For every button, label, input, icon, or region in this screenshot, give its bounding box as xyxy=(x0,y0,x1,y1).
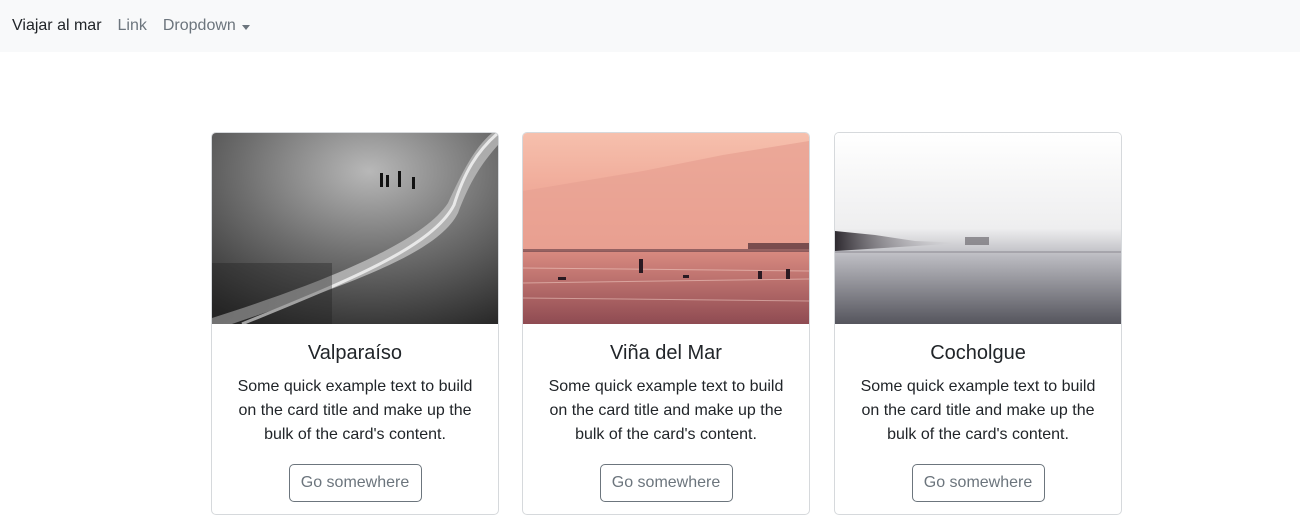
nav-dropdown[interactable]: Dropdown xyxy=(163,17,250,35)
card-body: Valparaíso Some quick example text to bu… xyxy=(212,324,498,502)
card-title: Cocholgue xyxy=(930,342,1026,364)
nav-link[interactable]: Link xyxy=(118,17,147,35)
card-title: Valparaíso xyxy=(307,342,403,364)
go-somewhere-button[interactable]: Go somewhere xyxy=(599,464,733,502)
card-image-sunset-surf xyxy=(523,133,809,324)
card-text: Some quick example text to build on the … xyxy=(860,378,1096,443)
card-body: Viña del Mar Some quick example text to … xyxy=(523,324,809,502)
navbar-brand[interactable]: Viajar al mar xyxy=(12,17,102,35)
nav-dropdown-label: Dropdown xyxy=(162,17,236,34)
card-image-foggy-sea xyxy=(835,133,1121,324)
go-somewhere-button[interactable]: Go somewhere xyxy=(911,464,1045,502)
card-valparaiso: Valparaíso Some quick example text to bu… xyxy=(211,132,499,515)
caret-down-icon xyxy=(241,24,250,30)
card-image-beach-bw xyxy=(212,133,498,324)
card-text: Some quick example text to build on the … xyxy=(237,378,473,443)
navbar: Viajar al mar Link Dropdown xyxy=(0,0,1300,52)
card-text: Some quick example text to build on the … xyxy=(548,378,784,443)
card-body: Cocholgue Some quick example text to bui… xyxy=(835,324,1121,502)
card-title: Viña del Mar xyxy=(610,342,722,364)
card-vina-del-mar: Viña del Mar Some quick example text to … xyxy=(522,132,810,515)
card-cocholgue: Cocholgue Some quick example text to bui… xyxy=(834,132,1122,515)
go-somewhere-button[interactable]: Go somewhere xyxy=(288,464,422,502)
